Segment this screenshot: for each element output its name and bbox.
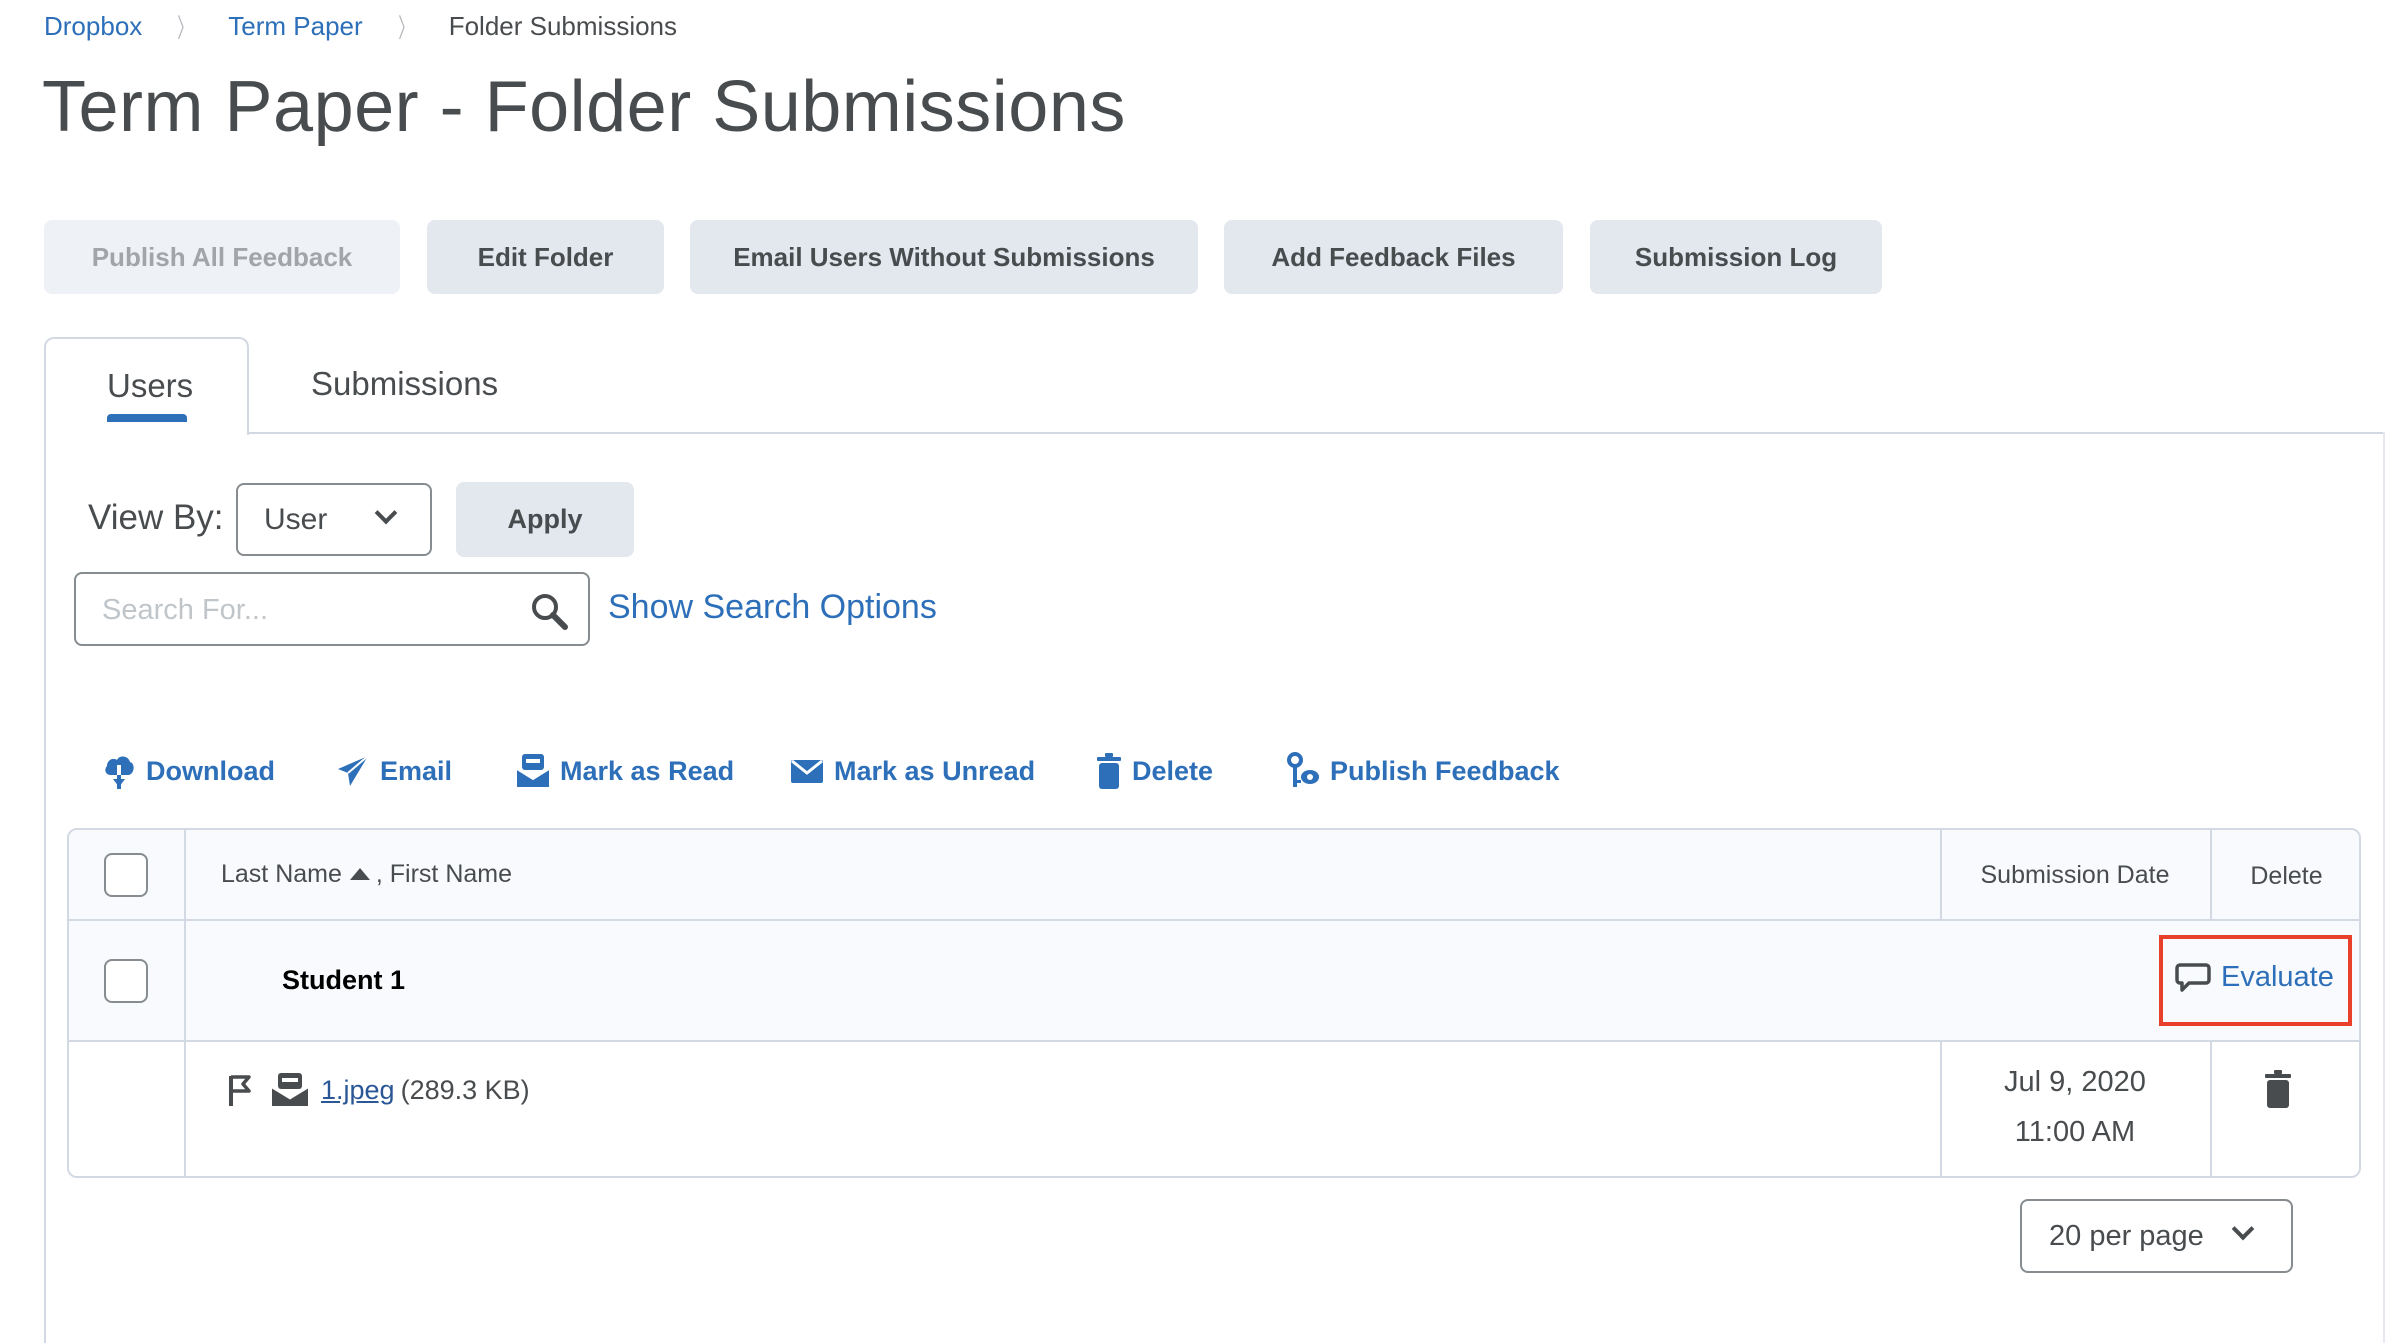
breadcrumb-separator-icon: 〉 [397, 12, 414, 43]
flag-icon[interactable] [227, 1072, 253, 1108]
file-link[interactable]: 1.jpeg [321, 1075, 395, 1106]
submission-date-column-header: Submission Date [1980, 861, 2170, 889]
breadcrumb-dropbox[interactable]: Dropbox [44, 11, 142, 42]
submission-log-button[interactable]: Submission Log [1590, 220, 1882, 294]
evaluate-link[interactable]: Evaluate [2175, 961, 2334, 994]
view-by-label: View By: [88, 498, 224, 537]
breadcrumb-current: Folder Submissions [448, 10, 678, 41]
speech-bubble-icon [2175, 962, 2211, 992]
search-field [74, 572, 590, 646]
panel-border-right [2383, 432, 2385, 1343]
tab-divider [248, 432, 2385, 434]
delete-action[interactable]: Delete [1096, 752, 1213, 790]
select-all-checkbox[interactable] [104, 853, 148, 897]
email-label: Email [380, 755, 453, 786]
chevron-down-icon [374, 501, 398, 525]
per-page-value: 20 per page [2049, 1219, 2204, 1252]
submission-time: 11:00 AM [2014, 1116, 2136, 1148]
sort-ascending-icon [349, 868, 370, 880]
email-action[interactable]: Email [336, 752, 452, 790]
mark-as-read-action[interactable]: Mark as Read [516, 752, 734, 790]
row-select-checkbox[interactable] [104, 959, 148, 1003]
publish-feedback-icon [1287, 752, 1319, 787]
name-column-header[interactable]: Last Name , First Name [221, 860, 512, 889]
download-cloud-icon [105, 756, 134, 789]
submitted-file: 1.jpeg (289.3 KB) [227, 1072, 530, 1108]
envelope-open-icon [271, 1073, 309, 1106]
table-header-row: Last Name , First Name Submission Date De… [69, 830, 2359, 921]
view-by-selected-value: User [264, 502, 328, 536]
publish-all-feedback-button[interactable]: Publish All Feedback [44, 220, 400, 294]
page-title: Term Paper - Folder Submissions [42, 67, 1126, 147]
trash-icon [1097, 753, 1121, 789]
mark-as-read-label: Mark as Read [560, 755, 735, 786]
column-divider [184, 1042, 186, 1176]
evaluate-highlight-box: Evaluate [2159, 935, 2352, 1026]
mark-as-unread-label: Mark as Unread [834, 755, 1036, 786]
tab-users[interactable]: Users [44, 337, 249, 435]
apply-button[interactable]: Apply [456, 482, 634, 557]
download-label: Download [146, 755, 275, 786]
table-row: Student 1 Evaluate [69, 921, 2359, 1042]
breadcrumb-separator-icon: 〉 [177, 12, 194, 43]
show-search-options-link[interactable]: Show Search Options [608, 588, 937, 627]
breadcrumb-term-paper[interactable]: Term Paper [228, 11, 362, 42]
tab-submissions[interactable]: Submissions [311, 365, 498, 403]
publish-feedback-label: Publish Feedback [1330, 755, 1560, 786]
envelope-icon [791, 759, 823, 783]
column-divider [1940, 1042, 1942, 1176]
breadcrumb: Dropbox 〉 Term Paper 〉 Folder Submission… [44, 8, 677, 44]
active-tab-indicator [107, 414, 187, 422]
trash-icon [2265, 1070, 2291, 1108]
envelope-open-icon [516, 754, 550, 787]
edit-folder-button[interactable]: Edit Folder [427, 220, 664, 294]
view-by-select[interactable]: User [236, 483, 432, 556]
evaluate-label: Evaluate [2221, 961, 2334, 993]
submission-date: Jul 9, 2020 [2004, 1066, 2146, 1098]
delete-file-button[interactable] [2264, 1070, 2292, 1113]
submissions-table: Last Name , First Name Submission Date De… [67, 828, 2361, 1178]
search-icon[interactable] [530, 592, 570, 632]
publish-feedback-action[interactable]: Publish Feedback [1286, 752, 1560, 790]
last-name-sort-link[interactable]: Last Name [221, 860, 342, 888]
download-action[interactable]: Download [102, 752, 275, 790]
file-size: (289.3 KB) [400, 1074, 530, 1105]
per-page-select[interactable]: 20 per page [2020, 1199, 2293, 1273]
panel-border-left [44, 432, 46, 1343]
tab-users-label: Users [107, 367, 194, 404]
delete-label: Delete [1132, 755, 1214, 786]
student-name: Student 1 [282, 965, 406, 995]
email-users-without-submissions-button[interactable]: Email Users Without Submissions [690, 220, 1198, 294]
column-divider [184, 921, 186, 1040]
add-feedback-files-button[interactable]: Add Feedback Files [1224, 220, 1563, 294]
column-divider [184, 830, 186, 919]
column-divider [2210, 1042, 2212, 1176]
search-input[interactable] [102, 588, 502, 632]
chevron-down-icon [2231, 1217, 2255, 1241]
mark-as-unread-action[interactable]: Mark as Unread [790, 752, 1035, 790]
table-row: 1.jpeg (289.3 KB) Jul 9, 2020 11:00 AM [69, 1042, 2359, 1176]
first-name-sort-link[interactable]: , First Name [376, 860, 512, 888]
paper-plane-icon [338, 755, 369, 786]
delete-column-header: Delete [2250, 862, 2323, 890]
